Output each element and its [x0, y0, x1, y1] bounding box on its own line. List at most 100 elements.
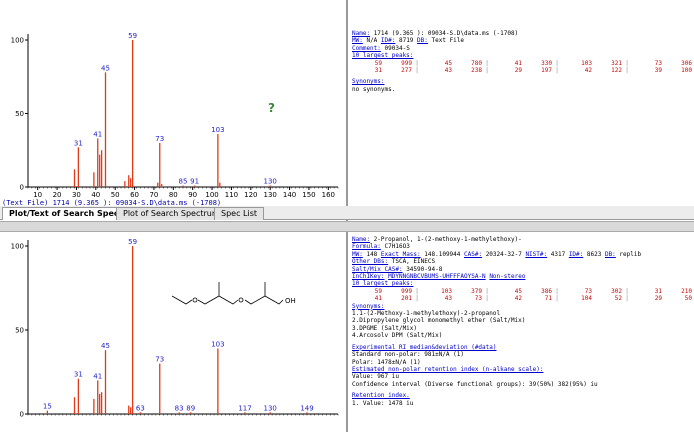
peak-intensity: 999 — [401, 59, 412, 67]
tab-plot-search-spectrum[interactable]: Plot of Search Spectrum — [116, 207, 227, 220]
db-value: replib — [615, 250, 642, 258]
ri-row: Polar: 1478±N/A (1) — [352, 358, 421, 366]
peak-separator: | — [625, 287, 629, 295]
y-tick-label: 0 — [20, 184, 24, 192]
peak-label: 130 — [264, 178, 277, 186]
peak-label: 73 — [155, 356, 164, 364]
nist-value: 4317 — [547, 250, 569, 258]
estimated-ri-label[interactable]: Estimated non-polar retention index (n-a… — [352, 366, 543, 373]
peak-mz: 73 — [654, 59, 662, 67]
structure-bond — [244, 295, 284, 305]
peak-intensity: 122 — [611, 67, 622, 75]
id-label[interactable]: ID#: — [381, 37, 395, 44]
peak-intensity: 201 — [401, 295, 412, 303]
tab-spec-list[interactable]: Spec List — [214, 207, 265, 220]
peak-label: 63 — [136, 404, 145, 412]
peak-intensity: 780 — [471, 59, 482, 67]
library-spectrum-plot[interactable]: 0 50 100 15 31 41 45 59 63 73 83 89 103 117 130 149 OH — [0, 232, 346, 432]
ri-row: Standard non-polar: 981±N/A (1) — [352, 351, 464, 359]
x-tick-label: 60 — [130, 191, 139, 199]
peak-mz: 43 — [444, 295, 452, 303]
db-value: Text File — [427, 37, 465, 45]
library-spectrum-chart: 0 50 100 15 31 41 45 59 63 73 83 89 103 117 130 149 OH — [11, 238, 339, 419]
id-label[interactable]: ID#: — [569, 251, 583, 258]
synonyms-label[interactable]: Synonyms: — [352, 303, 385, 310]
x-tick-label: 120 — [244, 191, 257, 199]
y-tick-label: 100 — [11, 243, 24, 251]
name-value: 1714 (9.365 ): 09034-S.D\data.ms (-1708) — [370, 30, 519, 37]
name-label[interactable]: Name: — [352, 236, 370, 243]
cas-label[interactable]: CAS#: — [464, 251, 482, 258]
peak-separator: | — [555, 287, 559, 295]
salt-mix-cas-value: 34590-94-8 — [402, 265, 443, 273]
peak-label: 41 — [93, 372, 102, 380]
mw-label[interactable]: MW: — [352, 251, 363, 258]
peak-intensity: 330 — [541, 59, 552, 67]
structure-bond — [197, 295, 239, 305]
peak-label: 45 — [101, 342, 110, 350]
peak-mz: 45 — [514, 287, 522, 295]
formula-label[interactable]: Formula: — [352, 243, 381, 250]
nist-label[interactable]: NIST#: — [525, 251, 547, 258]
x-tick-label: 110 — [225, 191, 238, 199]
oxygen-atom — [238, 297, 244, 303]
synonyms-list: 1.1-(2-Methoxy-1-methylethoxy)-2-propano… — [352, 310, 692, 340]
peak-label: 15 — [43, 403, 52, 411]
x-tick-label: 130 — [264, 191, 277, 199]
oxygen-atom — [192, 297, 198, 303]
hydroxyl-label: OH — [285, 297, 296, 305]
peak-separator: | — [415, 287, 419, 295]
peak-mz: 104 — [581, 295, 592, 303]
peak-intensity: 52 — [614, 295, 622, 303]
name-value: 2-Propanol, 1-(2-methoxy-1-methylethoxy)… — [370, 236, 522, 243]
peak-separator: | — [415, 59, 419, 67]
x-tick-label: 30 — [72, 191, 81, 199]
inchikey-label[interactable]: InChIKey: — [352, 273, 385, 280]
inchikey-value[interactable]: MDYNNGNBCVBUMS-UHFFFAOYSA-N — [388, 273, 486, 280]
peaks-row: 59 999 | 45 780 | 41 330 | 103 321 | 73 306 — [352, 60, 692, 67]
horizontal-splitter[interactable] — [0, 221, 694, 232]
salt-mix-cas-label[interactable]: Salt/Mix CAS#: — [352, 266, 403, 273]
peak-label: 103 — [211, 340, 224, 348]
search-spectrum-plot[interactable]: 0 50 100 10 20 30 40 50 60 70 80 90 100 110 120 130 140 1… — [0, 0, 346, 205]
mw-label[interactable]: MW: — [352, 37, 363, 44]
tab-bar: Plot/Text of Search Spectrum Plot of Sea… — [0, 206, 694, 220]
peak-intensity: 197 — [541, 67, 552, 75]
peak-mz: 45 — [444, 59, 452, 67]
peak-intensity: 999 — [401, 287, 412, 295]
non-stereo-link[interactable]: Non-stereo — [489, 273, 525, 280]
name-label[interactable]: Name: — [352, 30, 370, 37]
y-tick-label: 0 — [20, 411, 24, 419]
synonyms-value: no synonyms. — [352, 85, 396, 93]
retention-index-value: 1. Value: 1478 iu — [352, 399, 414, 407]
synonym-item: 1.1-(2-Methoxy-1-methylethoxy)-2-propano… — [352, 310, 501, 318]
comment-label[interactable]: Comment: — [352, 45, 381, 52]
synonyms-label[interactable]: Synonyms: — [352, 78, 385, 85]
formula-value: C7H16O3 — [380, 243, 410, 251]
peak-label: 31 — [74, 371, 83, 379]
largest-peaks-label[interactable]: 10 largest peaks: — [352, 280, 413, 287]
peak-mz: 43 — [444, 67, 452, 75]
exact-mass-label[interactable]: Exact Mass: — [381, 251, 421, 258]
db-label[interactable]: DB: — [417, 37, 428, 44]
peak-label: 31 — [74, 139, 83, 147]
exact-mass-value: 148.109944 — [420, 250, 465, 258]
x-tick-label: 150 — [302, 191, 315, 199]
peak-label: 59 — [128, 32, 137, 40]
other-dbs-label[interactable]: Other DBs: — [352, 258, 388, 265]
x-tick-label: 160 — [322, 191, 335, 199]
db-label[interactable]: DB: — [605, 251, 616, 258]
peak-mz: 41 — [514, 59, 522, 67]
cas-value: 20324-32-7 — [482, 250, 526, 258]
peak-label: 130 — [264, 404, 277, 412]
peak-separator: | — [485, 59, 489, 67]
ri-label[interactable]: Experimental RI median&deviation (#data) — [352, 344, 497, 351]
peak-separator: | — [625, 295, 629, 303]
peaks-row: 59 999 | 103 379 | 45 386 | 73 302 | 31 210 — [352, 288, 692, 295]
synonym-item: 2.Dipropylene glycol monomethyl ether (S… — [352, 317, 526, 325]
peak-intensity: 386 — [541, 287, 552, 295]
retention-index-label[interactable]: Retention index. — [352, 392, 410, 399]
peak-intensity: 50 — [684, 295, 692, 303]
largest-peaks-label[interactable]: 10 largest peaks: — [352, 52, 413, 59]
peak-mz: 31 — [374, 67, 382, 75]
